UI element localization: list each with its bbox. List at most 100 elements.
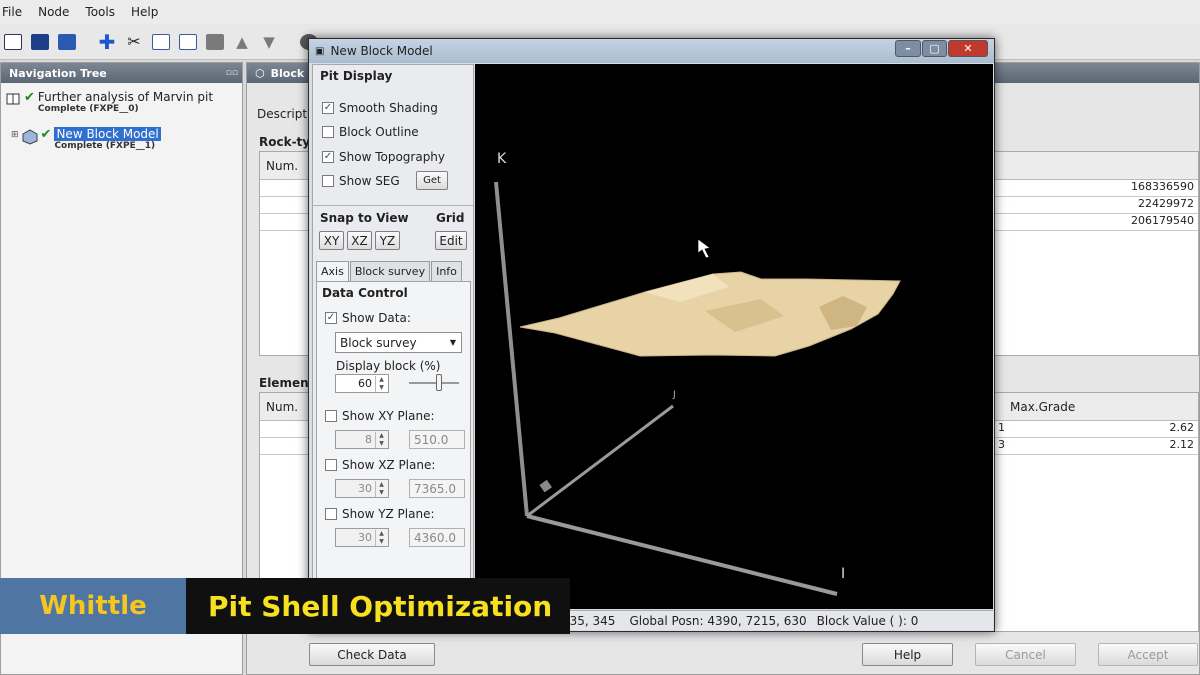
close-icon[interactable]: ✕	[948, 40, 988, 57]
snap-yz-button[interactable]: YZ	[375, 231, 400, 250]
show-topography-checkbox[interactable]: ✓ Show Topography	[322, 150, 445, 164]
cursor-coords: 735, 345	[562, 613, 616, 628]
xy-plane-count-spinner[interactable]: 8 ▲ ▼	[335, 430, 389, 449]
tree-node-marvin-pit[interactable]: ✔ Further analysis of Marvin pit Complet…	[5, 90, 213, 114]
checkbox-box[interactable]: ✓	[322, 151, 334, 163]
block-model-cube-icon: ⬡	[255, 66, 265, 80]
menu-bar: File Node Tools Help	[0, 0, 1200, 24]
display-controls-panel: Pit Display ✓ Smooth Shading Block Outlin…	[312, 64, 474, 609]
caption-brand: Whittle	[0, 578, 186, 634]
snap-xz-button[interactable]: XZ	[347, 231, 372, 250]
navigation-tree-title: Navigation Tree ▫▫	[1, 63, 242, 83]
show-xy-plane-checkbox[interactable]: Show XY Plane:	[325, 409, 435, 423]
menu-node[interactable]: Node	[38, 5, 69, 19]
j-axis-label: J	[672, 390, 676, 400]
k-axis-label: K	[497, 151, 507, 167]
caption-title: Pit Shell Optimization	[208, 589, 553, 623]
menu-help[interactable]: Help	[131, 5, 158, 19]
yz-plane-count-spinner[interactable]: 30 ▲ ▼	[335, 528, 389, 547]
data-source-select[interactable]: Block survey ▼	[335, 332, 462, 353]
checkbox-box[interactable]	[325, 459, 337, 471]
paste-icon[interactable]	[177, 31, 199, 53]
3d-viewport[interactable]: K I J	[475, 64, 993, 609]
block-model-cube-icon	[22, 129, 38, 145]
get-button[interactable]: Get	[416, 171, 448, 190]
checkbox-box[interactable]: ✓	[325, 312, 337, 324]
grid-heading: Grid	[436, 211, 465, 225]
data-control-heading: Data Control	[322, 286, 408, 300]
j-axis-line	[526, 404, 674, 518]
tree-node-status: Complete (FXPE__1)	[54, 141, 156, 151]
menu-tools[interactable]: Tools	[85, 5, 115, 19]
display-block-slider-thumb[interactable]	[436, 374, 442, 391]
maximize-icon[interactable]: ▢	[922, 40, 947, 57]
i-axis-line	[526, 514, 838, 596]
xy-plane-value-field[interactable]: 510.0	[409, 430, 465, 449]
mouse-cursor-icon	[697, 238, 711, 259]
tab-info[interactable]: Info	[431, 261, 462, 281]
menu-file[interactable]: File	[2, 5, 22, 19]
tab-block-survey[interactable]: Block survey	[349, 261, 431, 281]
show-data-checkbox[interactable]: ✓ Show Data:	[325, 311, 411, 325]
clipboard-icon[interactable]	[204, 31, 226, 53]
expand-icon[interactable]: ⊞	[11, 130, 19, 140]
open-folder-icon[interactable]	[56, 31, 78, 53]
axis-origin-marker	[539, 479, 552, 493]
snap-to-view-heading: Snap to View	[320, 211, 409, 225]
block-value: Block Value ( ): 0	[816, 613, 919, 628]
spinner-arrows-icon[interactable]: ▲ ▼	[375, 432, 387, 448]
k-axis-line	[494, 181, 529, 517]
show-seg-checkbox[interactable]: Show SEG	[322, 174, 400, 188]
display-block-slider-track[interactable]	[409, 382, 459, 384]
accept-button[interactable]: Accept	[1098, 643, 1198, 666]
panel-controls-icon[interactable]: ▫▫	[226, 68, 238, 78]
cut-icon[interactable]: ✂	[123, 31, 145, 53]
xz-plane-value-field[interactable]: 7365.0	[409, 479, 465, 498]
block-outline-checkbox[interactable]: Block Outline	[322, 125, 419, 139]
check-data-button[interactable]: Check Data	[309, 643, 435, 666]
smooth-shading-checkbox[interactable]: ✓ Smooth Shading	[322, 101, 438, 115]
spinner-arrows-icon[interactable]: ▲ ▼	[375, 376, 387, 392]
dialog-title-bar[interactable]: ▣ New Block Model – ▢ ✕	[309, 39, 994, 63]
display-block-spinner[interactable]: 60 ▲ ▼	[335, 374, 389, 393]
checkbox-box[interactable]	[322, 175, 334, 187]
tree-node-label: New Block Model	[54, 127, 161, 141]
spinner-arrows-icon[interactable]: ▲ ▼	[375, 481, 387, 497]
checkbox-box[interactable]	[322, 126, 334, 138]
checkbox-box[interactable]	[325, 410, 337, 422]
checkbox-box[interactable]	[325, 508, 337, 520]
new-file-icon[interactable]	[2, 31, 24, 53]
triangle-down-icon[interactable]: ▼	[258, 31, 280, 53]
complete-check-icon: ✔	[40, 127, 52, 142]
complete-check-icon: ✔	[24, 90, 35, 105]
app-window-icon: ▣	[315, 45, 325, 57]
show-yz-plane-checkbox[interactable]: Show YZ Plane:	[325, 507, 435, 521]
minimize-icon[interactable]: –	[895, 40, 921, 57]
copy-icon[interactable]	[150, 31, 172, 53]
data-control-panel: Data Control ✓ Show Data: Block survey ▼ …	[316, 281, 471, 581]
help-button[interactable]: Help	[862, 643, 953, 666]
grid-edit-button[interactable]: Edit	[435, 231, 467, 250]
pit-display-heading: Pit Display	[320, 69, 393, 83]
snap-xy-button[interactable]: XY	[319, 231, 344, 250]
global-position: Global Posn: 4390, 7215, 630	[629, 613, 807, 628]
tree-node-new-block-model[interactable]: ⊞ ✔ New Block Model Complete (FXPE__1)	[11, 127, 161, 151]
tab-axis[interactable]: Axis	[316, 261, 349, 281]
xz-plane-count-spinner[interactable]: 30 ▲ ▼	[335, 479, 389, 498]
new-block-model-dialog: ▣ New Block Model – ▢ ✕ Pit Display ✓ Smo…	[308, 38, 995, 632]
triangle-up-icon[interactable]: ▲	[231, 31, 253, 53]
add-node-icon[interactable]: ✚	[96, 30, 118, 54]
spinner-arrows-icon[interactable]: ▲ ▼	[375, 530, 387, 546]
divider	[313, 205, 473, 206]
checkbox-box[interactable]: ✓	[322, 102, 334, 114]
cancel-button[interactable]: Cancel	[975, 643, 1076, 666]
show-xz-plane-checkbox[interactable]: Show XZ Plane:	[325, 458, 435, 472]
tree-node-status: Complete (FXPE__0)	[37, 104, 139, 114]
yz-plane-value-field[interactable]: 4360.0	[409, 528, 465, 547]
video-caption-banner: Whittle Pit Shell Optimization	[0, 578, 570, 634]
tab-strip: Axis Block survey Info	[313, 261, 473, 281]
save-icon[interactable]	[29, 31, 51, 53]
tree-node-label: Further analysis of Marvin pit	[37, 90, 214, 104]
project-book-icon	[5, 92, 21, 106]
3d-scene[interactable]: K I J	[475, 64, 993, 609]
